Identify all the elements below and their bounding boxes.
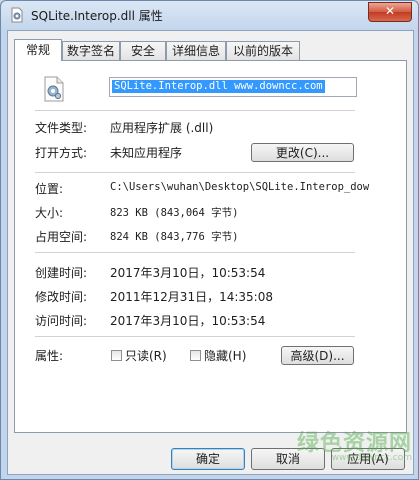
file-type-label: 文件类型: bbox=[35, 121, 88, 135]
tab-general[interactable]: 常规 bbox=[14, 39, 62, 61]
tab-strip: 常规 数字签名 安全 详细信息 以前的版本 bbox=[14, 39, 406, 61]
opens-with-value: 未知应用程序 bbox=[110, 146, 183, 160]
tab-details[interactable]: 详细信息 bbox=[166, 41, 226, 60]
divider bbox=[35, 252, 355, 253]
created-value: 2017年3月10日，10:53:54 bbox=[110, 266, 266, 280]
accessed-value: 2017年3月10日，10:53:54 bbox=[110, 314, 266, 328]
attributes-label: 属性: bbox=[35, 349, 64, 363]
advanced-button[interactable]: 高级(D)... bbox=[281, 346, 354, 365]
window-title: SQLite.Interop.dll 属性 bbox=[31, 9, 163, 23]
size-on-disk-label: 占用空间: bbox=[35, 230, 88, 244]
divider bbox=[35, 172, 355, 173]
close-icon: ✕ bbox=[384, 4, 396, 18]
file-name-field[interactable]: SQLite.Interop.dll www.downcc.com bbox=[109, 77, 357, 97]
readonly-checkbox[interactable] bbox=[111, 350, 122, 361]
hidden-checkbox[interactable] bbox=[190, 350, 201, 361]
modified-label: 修改时间: bbox=[35, 290, 88, 304]
accessed-label: 访问时间: bbox=[35, 314, 88, 328]
location-value: C:\Users\wuhan\Desktop\SQLite.Interop_do… bbox=[110, 181, 370, 193]
cancel-button[interactable]: 取消 bbox=[251, 448, 325, 470]
tab-digital-signatures[interactable]: 数字签名 bbox=[62, 41, 120, 60]
dialog-body: 常规 数字签名 安全 详细信息 以前的版本 SQLite.Interop.dll… bbox=[7, 30, 414, 475]
readonly-label[interactable]: 只读(R) bbox=[125, 347, 167, 364]
size-value: 823 KB (843,064 字节) bbox=[110, 207, 239, 219]
modified-value: 2011年12月31日，14:35:08 bbox=[110, 290, 273, 304]
properties-window: SQLite.Interop.dll 属性 ✕ 常规 数字签名 安全 详细信息 … bbox=[0, 0, 419, 480]
ok-button[interactable]: 确定 bbox=[171, 448, 245, 470]
apply-button[interactable]: 应用(A) bbox=[331, 448, 405, 470]
tab-security[interactable]: 安全 bbox=[120, 41, 166, 60]
dll-file-icon bbox=[11, 7, 23, 23]
file-type-value: 应用程序扩展 (.dll) bbox=[110, 121, 214, 135]
close-button[interactable]: ✕ bbox=[368, 2, 412, 22]
size-on-disk-value: 824 KB (843,776 字节) bbox=[110, 231, 239, 243]
title-bar[interactable]: SQLite.Interop.dll 属性 ✕ bbox=[1, 1, 418, 29]
hidden-label[interactable]: 隐藏(H) bbox=[204, 347, 246, 364]
change-button[interactable]: 更改(C)... bbox=[251, 143, 354, 162]
divider bbox=[35, 110, 355, 111]
size-label: 大小: bbox=[35, 206, 64, 220]
general-panel: SQLite.Interop.dll www.downcc.com 文件类型: … bbox=[14, 60, 407, 433]
created-label: 创建时间: bbox=[35, 266, 88, 280]
opens-with-label: 打开方式: bbox=[35, 146, 88, 160]
tab-previous-versions[interactable]: 以前的版本 bbox=[226, 41, 300, 60]
location-label: 位置: bbox=[35, 182, 64, 196]
file-name-text: SQLite.Interop.dll www.downcc.com bbox=[112, 80, 325, 93]
file-type-icon bbox=[44, 76, 64, 102]
divider bbox=[35, 336, 355, 337]
